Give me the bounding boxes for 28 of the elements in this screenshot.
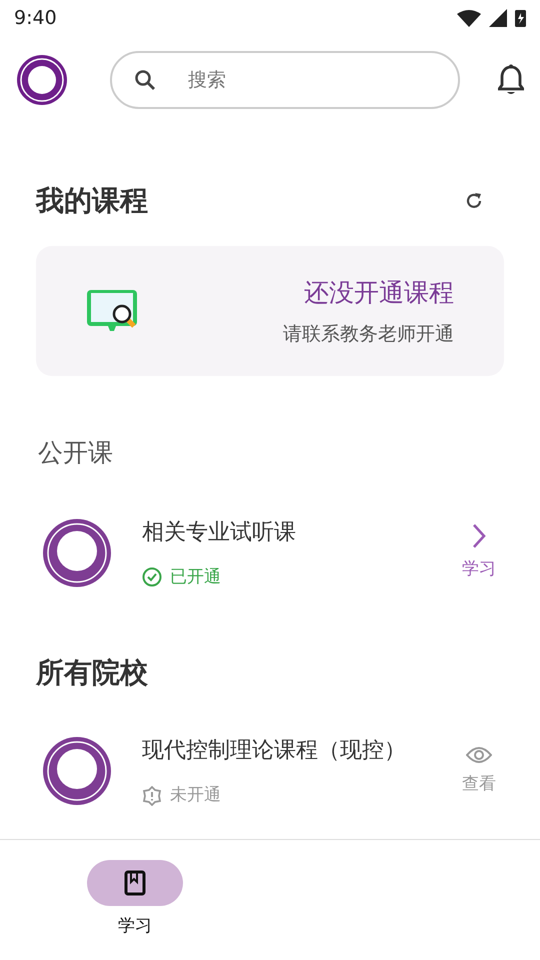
course-logo-icon [42, 518, 112, 588]
chevron-right-icon [471, 523, 487, 549]
check-circle-icon [142, 567, 162, 588]
badge-alert-icon [142, 786, 162, 806]
course-title[interactable]: 相关专业试听课 [142, 516, 454, 548]
search-field[interactable]: 搜索 [110, 51, 460, 109]
refresh-icon[interactable] [464, 191, 484, 211]
course-logo-icon [42, 736, 112, 806]
nav-label[interactable]: 学习 [118, 914, 152, 940]
notification-bell-icon[interactable] [498, 64, 524, 96]
course-title[interactable]: 现代控制理论课程（现控） [142, 734, 454, 767]
school-logo-icon [16, 54, 68, 106]
course-status: 已开通 [170, 566, 221, 588]
course-action[interactable]: 学习 [462, 557, 496, 582]
eye-icon [466, 746, 492, 764]
nav-tab[interactable] [87, 860, 183, 906]
empty-subtitle: 请联系教务老师开通 [283, 322, 454, 346]
section-title: 我的课程 [36, 183, 148, 219]
section-title: 公开课 [38, 438, 113, 467]
course-status: 未开通 [170, 784, 221, 807]
section-title: 所有院校 [36, 656, 148, 689]
book-icon [124, 870, 146, 896]
wifi-icon [457, 8, 481, 28]
battery-charging-icon [515, 10, 526, 26]
search-icon [134, 69, 156, 91]
status-time: 9:40 [14, 6, 57, 31]
signal-icon [489, 9, 507, 27]
empty-title: 还没开通课程 [304, 277, 454, 309]
